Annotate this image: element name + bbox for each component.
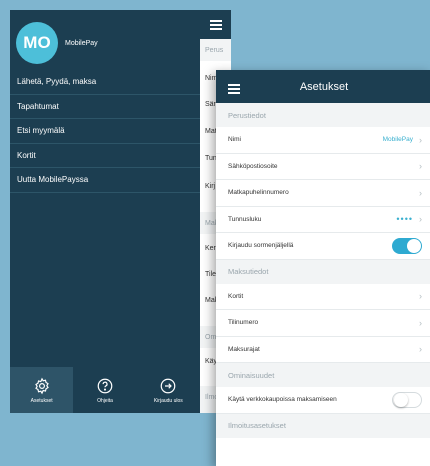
settings-nav-label: Asetukset [30,397,53,404]
drawer-header: MO MobilePay [10,18,200,68]
page-title: Asetukset [299,80,349,93]
help-icon [97,378,113,393]
hamburger-icon[interactable] [228,82,240,96]
drawer-menu: Lähetä, Pyydä, maksa Tapahtumat Etsi myy… [10,70,200,193]
fingerprint-label: Kirjaudu sormenjäljellä [228,242,294,250]
fingerprint-row: Kirjaudu sormenjäljellä [216,233,430,260]
online-payments-label: Käytä verkkokaupoissa maksamiseen [228,396,337,404]
peek-text: Perus [205,47,224,54]
menu-item-cards[interactable]: Kortit [10,144,200,168]
chevron-right-icon: › [419,344,422,355]
peek-text: Kirj [205,183,216,190]
section-header-payment: Maksutiedot [216,259,430,284]
logout-nav-button[interactable]: Kirjaudu ulos [137,367,200,413]
cards-row[interactable]: Kortit › [216,284,430,310]
section-header-personal: Ominaisuudet [216,363,430,387]
section-header-notifications: Ilmoitusasetukset [216,413,430,438]
peek-text: Mat [205,128,217,135]
drawer-bottom-bar: Asetukset Ohjeita Kirjaudu ulos [10,367,200,413]
peek-text: Ker [205,245,216,252]
hamburger-icon[interactable] [209,18,222,32]
logout-nav-label: Kirjaudu ulos [153,397,183,404]
passcode-row[interactable]: Tunnusluku •••• › [216,207,430,233]
phone-label: Matkapuhelinnumero [228,189,289,197]
menu-item-send-request-pay[interactable]: Lähetä, Pyydä, maksa [10,70,200,95]
menu-item-whats-new[interactable]: Uutta MobilePayssa [10,168,200,193]
peek-text: Tile [205,271,217,278]
menu-item-transactions[interactable]: Tapahtumat [10,95,200,119]
chevron-right-icon: › [419,317,422,328]
limits-row[interactable]: Maksurajat › [216,337,430,363]
chevron-right-icon: › [419,187,422,198]
accounts-label: Tilinumero [228,319,259,327]
online-payments-toggle[interactable] [392,391,422,408]
limits-label: Maksurajat [228,345,260,353]
drawer-screen: MO MobilePay Lähetä, Pyydä, maksa Tapaht… [10,10,231,413]
name-row[interactable]: Nimi MobilePay › [216,127,430,154]
chevron-right-icon: › [419,214,422,225]
peek-text: Sär [205,101,216,108]
email-label: Sähköpostiosoite [228,162,278,170]
settings-nav-button[interactable]: Asetukset [10,367,74,413]
gear-icon [34,377,49,394]
passcode-value: •••• [396,214,413,225]
help-nav-button[interactable]: Ohjeita [73,367,136,413]
accounts-row[interactable]: Tilinumero › [216,310,430,337]
menu-item-find-store[interactable]: Etsi myymälä [10,119,200,144]
avatar[interactable]: MO [16,22,58,64]
name-value: MobilePay [382,136,413,144]
help-nav-label: Ohjeita [97,397,113,404]
logout-icon [160,378,176,393]
settings-screen: Asetukset Perustiedot Nimi MobilePay › S… [216,70,430,466]
app-name: MobilePay [65,39,98,47]
email-row[interactable]: Sähköpostiosoite › [216,154,430,180]
chevron-right-icon: › [419,291,422,302]
section-header-basic: Perustiedot [216,103,430,127]
phone-row[interactable]: Matkapuhelinnumero › [216,180,430,207]
name-label: Nimi [228,136,241,144]
cards-label: Kortit [228,292,244,300]
background-header [200,10,231,39]
passcode-label: Tunnusluku [228,215,262,223]
fingerprint-toggle[interactable] [392,237,422,254]
chevron-right-icon: › [419,161,422,172]
chevron-right-icon: › [419,134,422,145]
online-payments-row: Käytä verkkokaupoissa maksamiseen [216,387,430,414]
settings-header: Asetukset [216,70,430,103]
